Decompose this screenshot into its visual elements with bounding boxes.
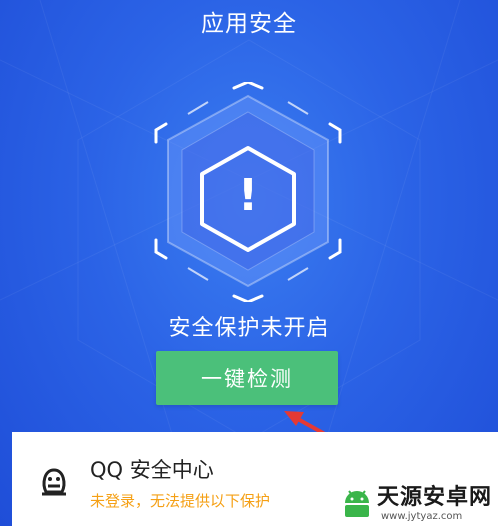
site-watermark: 天源安卓网 www.jytyaz.com [337,479,492,522]
qq-security-center-card[interactable]: QQ 安全中心 未登录，无法提供以下保护 天源安卓网 www.jytyaz.co… [12,432,498,526]
card-subtitle: 未登录，无法提供以下保护 [90,492,271,510]
card-title: QQ 安全中心 [90,458,214,482]
qq-penguin-icon [34,462,74,506]
android-logo-icon [344,489,369,517]
watermark-url: www.jytyaz.com [380,511,463,522]
watermark-name: 天源安卓网 [376,485,492,510]
